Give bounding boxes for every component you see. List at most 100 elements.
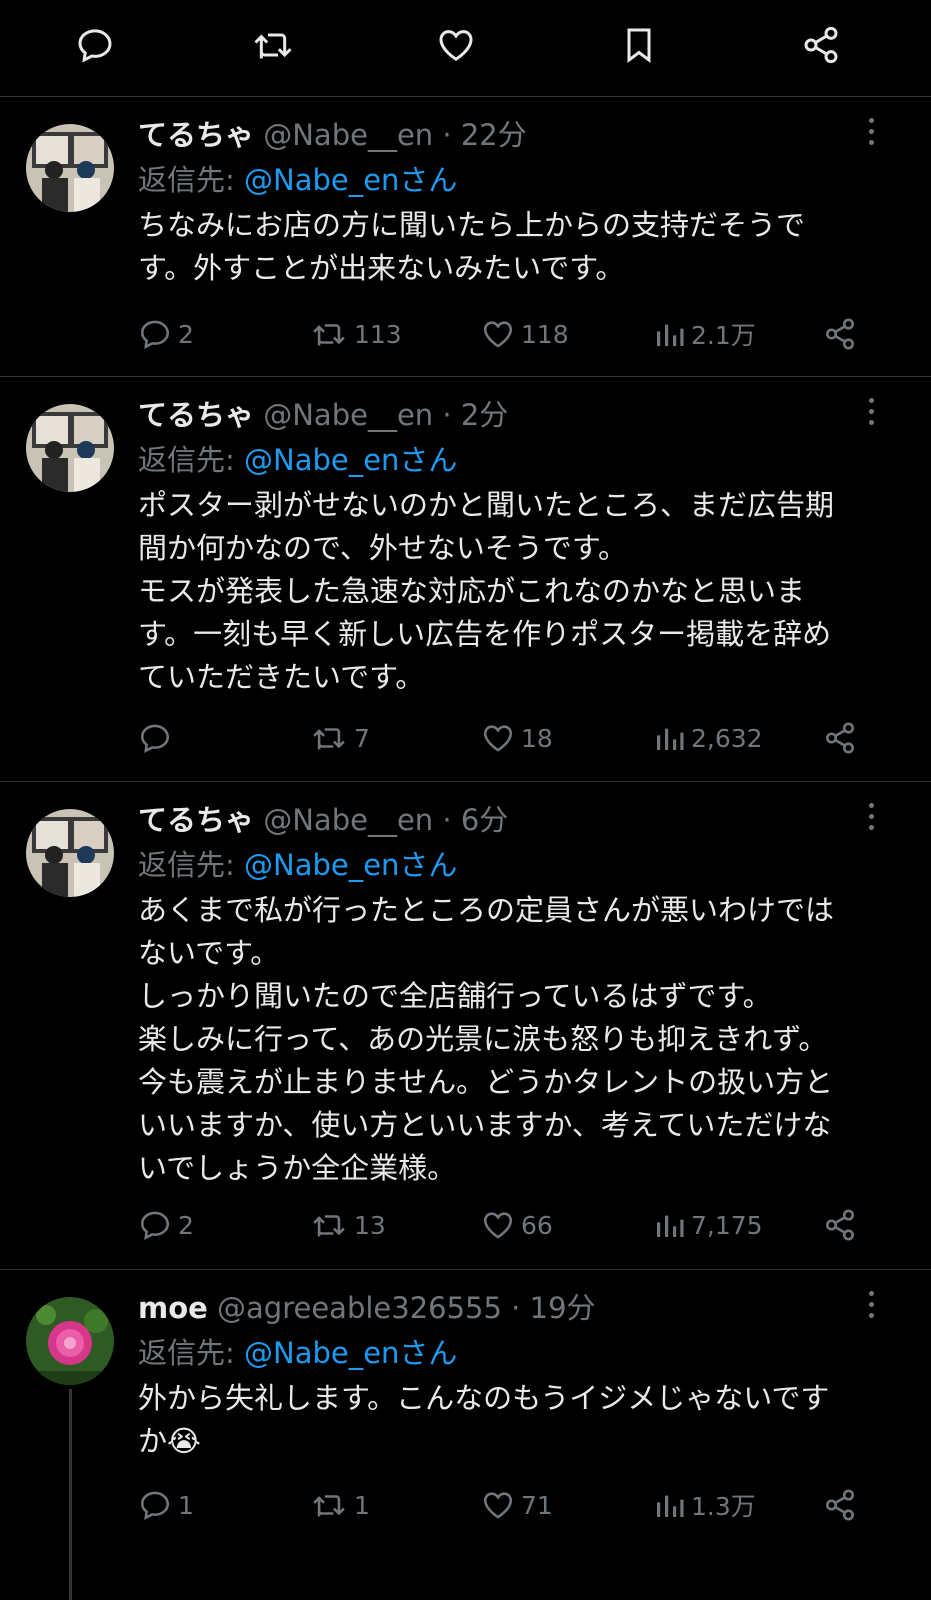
tweet-text: ポスター剥がせないのかと聞いたところ、まだ広告期 間か何かなので、外せないそうで…	[138, 488, 835, 694]
views-button[interactable]: 2.1万	[653, 316, 756, 352]
like-icon	[481, 1208, 515, 1242]
views-icon	[653, 317, 685, 351]
retweet-button[interactable]: 113	[310, 316, 402, 352]
tweet-card[interactable]: てるちゃ @Nabe__en · 2分 返信先: @Nabe_enさん ポスター…	[0, 376, 931, 782]
reply-button[interactable]: 2	[138, 316, 194, 352]
share-button[interactable]	[823, 316, 857, 352]
tweet-text: ちなみにお店の方に聞いたら上からの支持だそうで す。外すことが出来ないみたいです…	[138, 208, 806, 285]
like-button[interactable]: 18	[481, 720, 553, 756]
avatar[interactable]	[26, 404, 114, 492]
reply-count: 2	[178, 319, 194, 349]
tweet-text: 外から失礼します。こんなのもうイジメじゃないです か😭	[138, 1381, 830, 1458]
reply-count: 1	[178, 1490, 194, 1520]
like-count: 18	[521, 723, 553, 753]
tweet-header: moe @agreeable326555 · 19分	[138, 1291, 596, 1325]
avatar[interactable]	[26, 809, 114, 897]
views-count: 2.1万	[691, 321, 756, 350]
more-options-icon[interactable]	[866, 398, 876, 430]
like-count: 66	[521, 1210, 553, 1240]
user-handle[interactable]: @Nabe__en	[263, 398, 433, 432]
retweet-icon	[310, 1488, 348, 1522]
avatar[interactable]	[26, 1297, 114, 1385]
retweet-button[interactable]: 13	[310, 1207, 386, 1243]
share-icon	[823, 317, 857, 351]
reply-to-line: 返信先: @Nabe_enさん	[138, 844, 457, 886]
reply-icon	[138, 721, 172, 755]
tweet-header: てるちゃ @Nabe__en · 22分	[138, 118, 527, 152]
tweet-text: あくまで私が行ったところの定員さんが悪いわけでは ないです。 しっかり聞いたので…	[138, 893, 835, 1185]
share-icon	[823, 721, 857, 755]
reply-icon	[138, 1208, 172, 1242]
retweet-icon[interactable]	[250, 22, 296, 68]
more-options-icon[interactable]	[866, 1291, 876, 1323]
avatar[interactable]	[26, 124, 114, 212]
reply-label: 返信先:	[138, 1336, 235, 1370]
reply-icon[interactable]	[72, 22, 118, 68]
tweet-card[interactable]: てるちゃ @Nabe__en · 22分 返信先: @Nabe_enさん ちなみ…	[0, 96, 931, 377]
share-button[interactable]	[823, 1207, 857, 1243]
like-button[interactable]: 66	[481, 1207, 553, 1243]
like-count: 118	[521, 319, 569, 349]
timestamp[interactable]: 19分	[530, 1291, 596, 1325]
reply-to-line: 返信先: @Nabe_enさん	[138, 1332, 457, 1374]
reply-button[interactable]: 1	[138, 1487, 194, 1523]
views-count: 7,175	[691, 1210, 763, 1240]
retweet-button[interactable]: 1	[310, 1487, 370, 1523]
mention-link[interactable]: @Nabe_enさん	[244, 848, 457, 882]
tweet-header: てるちゃ @Nabe__en · 2分	[138, 398, 509, 432]
share-icon	[823, 1488, 857, 1522]
share-icon[interactable]	[798, 22, 844, 68]
tweet-header: てるちゃ @Nabe__en · 6分	[138, 803, 509, 837]
thread-line	[69, 1389, 72, 1600]
like-icon	[481, 317, 515, 351]
share-button[interactable]	[823, 1487, 857, 1523]
top-action-bar	[0, 0, 931, 97]
retweet-count: 1	[354, 1490, 370, 1520]
user-handle[interactable]: @Nabe__en	[263, 803, 433, 837]
views-button[interactable]: 1.3万	[653, 1487, 756, 1523]
reply-count: 2	[178, 1210, 194, 1240]
views-count: 2,632	[691, 723, 763, 753]
display-name[interactable]: てるちゃ	[138, 118, 254, 152]
views-button[interactable]: 2,632	[653, 720, 763, 756]
timestamp[interactable]: 22分	[461, 118, 527, 152]
more-options-icon[interactable]	[866, 803, 876, 835]
views-count: 1.3万	[691, 1492, 756, 1521]
reply-label: 返信先:	[138, 163, 235, 197]
tweet-card[interactable]: moe @agreeable326555 · 19分 返信先: @Nabe_en…	[0, 1269, 931, 1600]
reply-to-line: 返信先: @Nabe_enさん	[138, 439, 457, 481]
mention-link[interactable]: @Nabe_enさん	[244, 1336, 457, 1370]
views-icon	[653, 1488, 685, 1522]
display-name[interactable]: てるちゃ	[138, 398, 254, 432]
reply-button[interactable]	[138, 720, 178, 756]
retweet-icon	[310, 721, 348, 755]
tweet-card[interactable]: てるちゃ @Nabe__en · 6分 返信先: @Nabe_enさん あくまで…	[0, 781, 931, 1270]
retweet-count: 13	[354, 1210, 386, 1240]
bookmark-icon[interactable]	[616, 22, 662, 68]
reply-button[interactable]: 2	[138, 1207, 194, 1243]
mention-link[interactable]: @Nabe_enさん	[244, 163, 457, 197]
reply-label: 返信先:	[138, 443, 235, 477]
retweet-count: 7	[354, 723, 370, 753]
more-options-icon[interactable]	[866, 118, 876, 150]
like-button[interactable]: 71	[481, 1487, 553, 1523]
reply-label: 返信先:	[138, 848, 235, 882]
timestamp[interactable]: 6分	[461, 803, 508, 837]
like-count: 71	[521, 1490, 553, 1520]
like-icon	[481, 721, 515, 755]
user-handle[interactable]: @Nabe__en	[263, 118, 433, 152]
share-button[interactable]	[823, 720, 857, 756]
retweet-count: 113	[354, 319, 402, 349]
like-button[interactable]: 118	[481, 316, 569, 352]
retweet-button[interactable]: 7	[310, 720, 370, 756]
user-handle[interactable]: @agreeable326555	[217, 1291, 502, 1325]
mention-link[interactable]: @Nabe_enさん	[244, 443, 457, 477]
display-name[interactable]: てるちゃ	[138, 803, 254, 837]
like-icon[interactable]	[433, 22, 479, 68]
retweet-icon	[310, 1208, 348, 1242]
views-button[interactable]: 7,175	[653, 1207, 763, 1243]
reply-icon	[138, 317, 172, 351]
timestamp[interactable]: 2分	[461, 398, 508, 432]
reply-to-line: 返信先: @Nabe_enさん	[138, 159, 457, 201]
display-name[interactable]: moe	[138, 1291, 208, 1325]
